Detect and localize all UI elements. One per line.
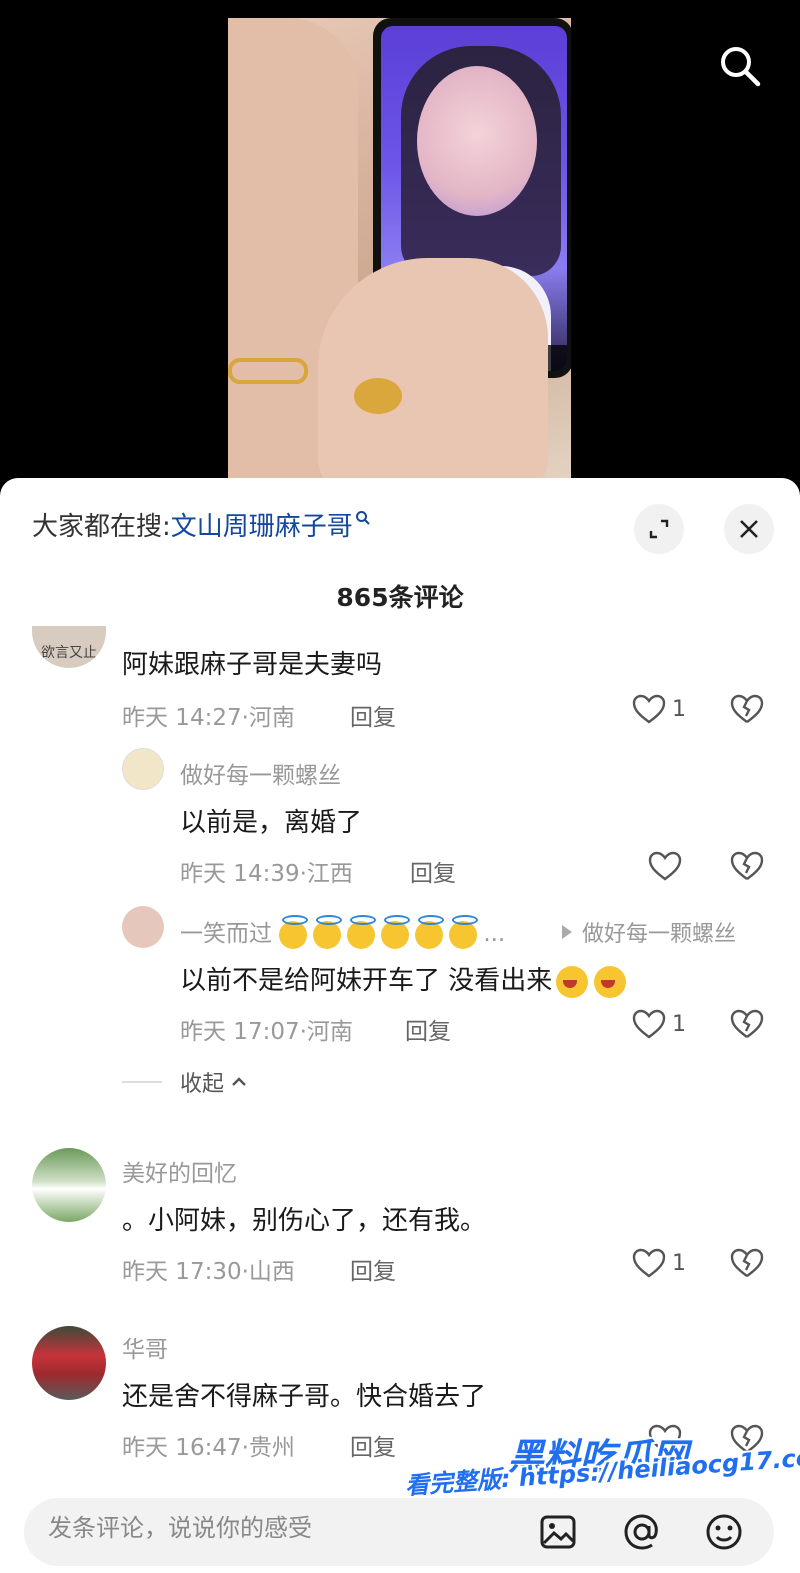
comment-meta: 昨天 17:07·河南	[180, 1019, 353, 1045]
emoji-icon[interactable]	[704, 1512, 744, 1552]
comment-sheet: 大家都在搜:文山周珊麻子哥 865条评论 欲言又止 阿妹跟麻子哥是夫妻吗 昨天 …	[0, 478, 800, 1573]
halo-emoji-icon	[313, 914, 343, 949]
comment-location: 河南	[248, 705, 295, 731]
broken-heart-icon[interactable]	[730, 851, 764, 881]
heart-icon	[632, 1248, 666, 1278]
comment-user[interactable]: 美好的回忆	[122, 1154, 237, 1188]
reply-to-user: 做好每一颗螺丝	[582, 922, 737, 947]
image-icon[interactable]	[538, 1512, 578, 1552]
comment-text: 阿妹跟麻子哥是夫妻吗	[122, 650, 383, 680]
like-button[interactable]: 1	[632, 1248, 686, 1278]
search-small-icon	[355, 511, 370, 525]
comment-text: 以前是，离婚了	[180, 808, 363, 838]
comment-text-body: 以前不是给阿妹开车了 没看出来	[180, 966, 553, 996]
halo-emoji-icon	[279, 914, 309, 949]
comment-text: 。小阿妹，别伤心了，还有我。	[122, 1206, 487, 1236]
heart-icon	[632, 1009, 666, 1039]
reply-button[interactable]: 回复	[405, 1012, 451, 1046]
halo-emoji-icon	[449, 914, 479, 949]
hot-search-term[interactable]: 文山周珊麻子哥	[171, 512, 353, 542]
comment-time: 昨天 17:07	[180, 1019, 300, 1045]
like-button[interactable]: 1	[632, 694, 686, 724]
like-count: 1	[672, 696, 686, 722]
comment-time: 昨天 14:39	[180, 861, 300, 887]
reply-arrow-icon	[562, 925, 572, 939]
comment-input[interactable]	[48, 1514, 468, 1542]
video-hand	[318, 258, 548, 488]
comment-text: 以前不是给阿妹开车了 没看出来	[180, 960, 632, 998]
like-count: 1	[672, 1011, 686, 1037]
reply-button[interactable]: 回复	[350, 698, 396, 732]
comment-location: 山西	[248, 1259, 295, 1285]
expand-button[interactable]	[634, 504, 684, 554]
comment-text: 还是舍不得麻子哥。快合婚去了	[122, 1382, 487, 1412]
comment-user-ellipsis: ...	[483, 921, 506, 947]
comment-meta: 昨天 16:47·贵州	[122, 1435, 295, 1461]
comment-meta: 昨天 17:30·山西	[122, 1259, 295, 1285]
laughing-emoji-icon	[594, 965, 627, 998]
comment-location: 江西	[306, 861, 353, 887]
comment-user-name: 一笑而过	[180, 921, 272, 947]
halo-emoji-icon	[415, 914, 445, 949]
avatar[interactable]: 欲言又止	[32, 626, 106, 668]
broken-heart-icon[interactable]	[730, 694, 764, 724]
comment-user[interactable]: 一笑而过 ...	[180, 914, 505, 949]
reply-button[interactable]: 回复	[350, 1428, 396, 1462]
avatar[interactable]	[32, 1326, 106, 1400]
comment-meta: 昨天 14:27·河南	[122, 705, 295, 731]
comment-meta: 昨天 14:39·江西	[180, 861, 353, 887]
heart-icon	[648, 851, 682, 881]
avatar[interactable]	[122, 906, 164, 948]
at-icon[interactable]	[622, 1512, 662, 1552]
close-icon	[740, 520, 758, 538]
collapse-label: 收起	[180, 1072, 225, 1097]
video-ring	[354, 378, 402, 414]
comment-time: 昨天 17:30	[122, 1259, 242, 1285]
comment-location: 贵州	[248, 1435, 295, 1461]
video-player[interactable]	[0, 0, 800, 500]
like-button[interactable]	[648, 851, 682, 881]
halo-emoji-icon	[347, 914, 377, 949]
chevron-up-icon	[232, 1077, 246, 1086]
broken-heart-icon[interactable]	[730, 1248, 764, 1278]
avatar[interactable]	[32, 1148, 106, 1222]
collapse-divider	[122, 1081, 162, 1083]
comment-time: 昨天 16:47	[122, 1435, 242, 1461]
collapse-replies-button[interactable]: 收起	[122, 1066, 248, 1098]
comment-count: 865条评论	[336, 583, 464, 612]
comment-location: 河南	[306, 1019, 353, 1045]
like-count: 1	[672, 1250, 686, 1276]
avatar-text: 欲言又止	[41, 645, 97, 661]
laughing-emoji-icon	[556, 965, 589, 998]
expand-icon	[649, 519, 669, 539]
reply-button[interactable]: 回复	[350, 1252, 396, 1286]
reply-to[interactable]: 做好每一颗螺丝	[562, 916, 736, 948]
video-bracelet	[228, 358, 308, 384]
avatar[interactable]	[122, 748, 164, 790]
reply-button[interactable]: 回复	[410, 854, 456, 888]
comment-input-bar	[24, 1498, 774, 1566]
close-button[interactable]	[724, 504, 774, 554]
broken-heart-icon[interactable]	[730, 1009, 764, 1039]
video-face	[417, 66, 537, 216]
search-icon[interactable]	[718, 44, 762, 88]
hot-search[interactable]: 大家都在搜:文山周珊麻子哥	[32, 506, 371, 543]
hot-search-prefix: 大家都在搜:	[32, 512, 171, 542]
comment-user[interactable]: 做好每一颗螺丝	[180, 756, 341, 790]
heart-icon	[632, 694, 666, 724]
comment-user[interactable]: 华哥	[122, 1330, 168, 1364]
video-frame	[228, 18, 571, 488]
like-button[interactable]: 1	[632, 1009, 686, 1039]
comment-time: 昨天 14:27	[122, 705, 242, 731]
halo-emoji-icon	[381, 914, 411, 949]
